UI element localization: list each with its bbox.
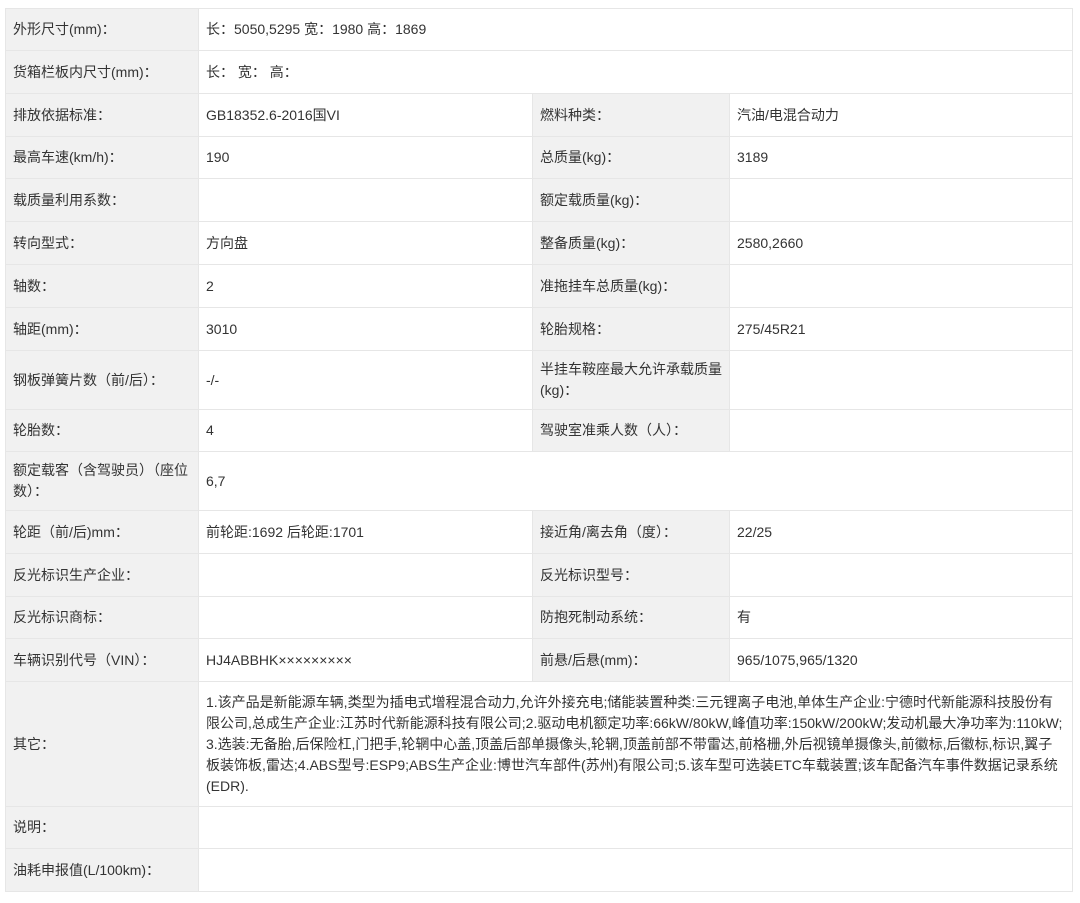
table-row: 轴距(mm)： 3010 轮胎规格： 275/45R21 (5, 307, 1074, 351)
table-row: 转向型式： 方向盘 整备质量(kg)： 2580,2660 (5, 221, 1074, 265)
table-row: 载质量利用系数： 额定载质量(kg)： (5, 178, 1074, 222)
tire-spec-value: 275/45R21 (728, 307, 1074, 351)
tire-spec-label: 轮胎规格： (532, 307, 730, 351)
seating-capacity-value: 6,7 (197, 451, 1074, 511)
dimensions-value: 长：5050,5295 宽：1980 高：1869 (197, 8, 1074, 51)
gross-mass-label: 总质量(kg)： (532, 136, 730, 179)
rated-load-label: 额定载质量(kg)： (532, 178, 730, 222)
max-speed-label: 最高车速(km/h)： (5, 136, 199, 179)
fuel-type-value: 汽油/电混合动力 (728, 93, 1074, 137)
tire-count-label: 轮胎数： (5, 409, 199, 452)
leaf-spring-value: -/- (198, 350, 533, 410)
table-row: 车辆识别代号（VIN）： HJ4ABBHK××××××××× 前悬/后悬(mm)… (5, 638, 1074, 682)
table-row: 排放依据标准： GB18352.6-2016国VI 燃料种类： 汽油/电混合动力 (5, 93, 1074, 137)
axle-count-label: 轴数： (5, 264, 199, 308)
rated-load-value (728, 178, 1074, 222)
curb-mass-label: 整备质量(kg)： (532, 221, 730, 265)
track-width-value: 前轮距:1692 后轮距:1701 (198, 510, 533, 554)
steering-type-value: 方向盘 (198, 221, 533, 265)
approach-departure-value: 22/25 (728, 510, 1074, 554)
table-row: 轴数： 2 准拖挂车总质量(kg)： (5, 264, 1074, 308)
gross-mass-value: 3189 (728, 136, 1074, 179)
axle-count-value: 2 (198, 264, 533, 308)
table-row: 其它： 1.该产品是新能源车辆,类型为插电式增程混合动力,允许外接充电;储能装置… (5, 681, 1074, 807)
fuel-type-label: 燃料种类： (532, 93, 730, 137)
emission-standard-value: GB18352.6-2016国VI (198, 93, 533, 137)
wheelbase-value: 3010 (198, 307, 533, 351)
abs-label: 防抱死制动系统： (532, 596, 730, 639)
reflector-manufacturer-label: 反光标识生产企业： (5, 553, 199, 597)
max-speed-value: 190 (198, 136, 533, 179)
table-row: 额定载客（含驾驶员）（座位数）： 6,7 (5, 451, 1074, 511)
dimensions-label: 外形尺寸(mm)： (5, 8, 199, 51)
load-utilization-label: 载质量利用系数： (5, 178, 199, 222)
wheelbase-label: 轴距(mm)： (5, 307, 199, 351)
table-row: 油耗申报值(L/100km)： (5, 848, 1074, 892)
steering-type-label: 转向型式： (5, 221, 199, 265)
fifth-wheel-load-value (728, 350, 1074, 410)
load-utilization-value (198, 178, 533, 222)
other-value: 1.该产品是新能源车辆,类型为插电式增程混合动力,允许外接充电;储能装置种类:三… (197, 681, 1074, 807)
vin-label: 车辆识别代号（VIN）： (5, 638, 199, 682)
reflector-brand-label: 反光标识商标： (5, 596, 199, 639)
table-row: 钢板弹簧片数（前/后）： -/- 半挂车鞍座最大允许承载质量(kg)： (5, 350, 1074, 410)
notes-value (197, 806, 1074, 849)
cab-occupancy-value (728, 409, 1074, 452)
vehicle-spec-table: 外形尺寸(mm)： 长：5050,5295 宽：1980 高：1869 货箱栏板… (5, 8, 1074, 892)
overhang-label: 前悬/后悬(mm)： (532, 638, 730, 682)
trailer-mass-value (728, 264, 1074, 308)
cab-occupancy-label: 驾驶室准乘人数（人）： (532, 409, 730, 452)
approach-departure-label: 接近角/离去角（度）： (532, 510, 730, 554)
seating-capacity-label: 额定载客（含驾驶员）（座位数）： (5, 451, 199, 511)
leaf-spring-label: 钢板弹簧片数（前/后）： (5, 350, 199, 410)
cargo-box-dimensions-value: 长： 宽： 高： (197, 50, 1074, 94)
curb-mass-value: 2580,2660 (728, 221, 1074, 265)
overhang-value: 965/1075,965/1320 (728, 638, 1074, 682)
other-label: 其它： (5, 681, 199, 807)
fuel-consumption-value (197, 848, 1074, 892)
cargo-box-dimensions-label: 货箱栏板内尺寸(mm)： (5, 50, 199, 94)
notes-label: 说明： (5, 806, 199, 849)
table-row: 轮胎数： 4 驾驶室准乘人数（人）： (5, 409, 1074, 452)
vin-value: HJ4ABBHK××××××××× (198, 638, 533, 682)
table-row: 外形尺寸(mm)： 长：5050,5295 宽：1980 高：1869 (5, 8, 1074, 51)
table-row: 货箱栏板内尺寸(mm)： 长： 宽： 高： (5, 50, 1074, 94)
table-row: 说明： (5, 806, 1074, 849)
table-row: 最高车速(km/h)： 190 总质量(kg)： 3189 (5, 136, 1074, 179)
table-row: 反光标识商标： 防抱死制动系统： 有 (5, 596, 1074, 639)
reflector-model-value (728, 553, 1074, 597)
tire-count-value: 4 (198, 409, 533, 452)
table-row: 反光标识生产企业： 反光标识型号： (5, 553, 1074, 597)
fuel-consumption-label: 油耗申报值(L/100km)： (5, 848, 199, 892)
trailer-mass-label: 准拖挂车总质量(kg)： (532, 264, 730, 308)
reflector-model-label: 反光标识型号： (532, 553, 730, 597)
abs-value: 有 (728, 596, 1074, 639)
fifth-wheel-load-label: 半挂车鞍座最大允许承载质量(kg)： (532, 350, 730, 410)
reflector-brand-value (198, 596, 533, 639)
reflector-manufacturer-value (198, 553, 533, 597)
table-row: 轮距（前/后)mm： 前轮距:1692 后轮距:1701 接近角/离去角（度）：… (5, 510, 1074, 554)
emission-standard-label: 排放依据标准： (5, 93, 199, 137)
track-width-label: 轮距（前/后)mm： (5, 510, 199, 554)
